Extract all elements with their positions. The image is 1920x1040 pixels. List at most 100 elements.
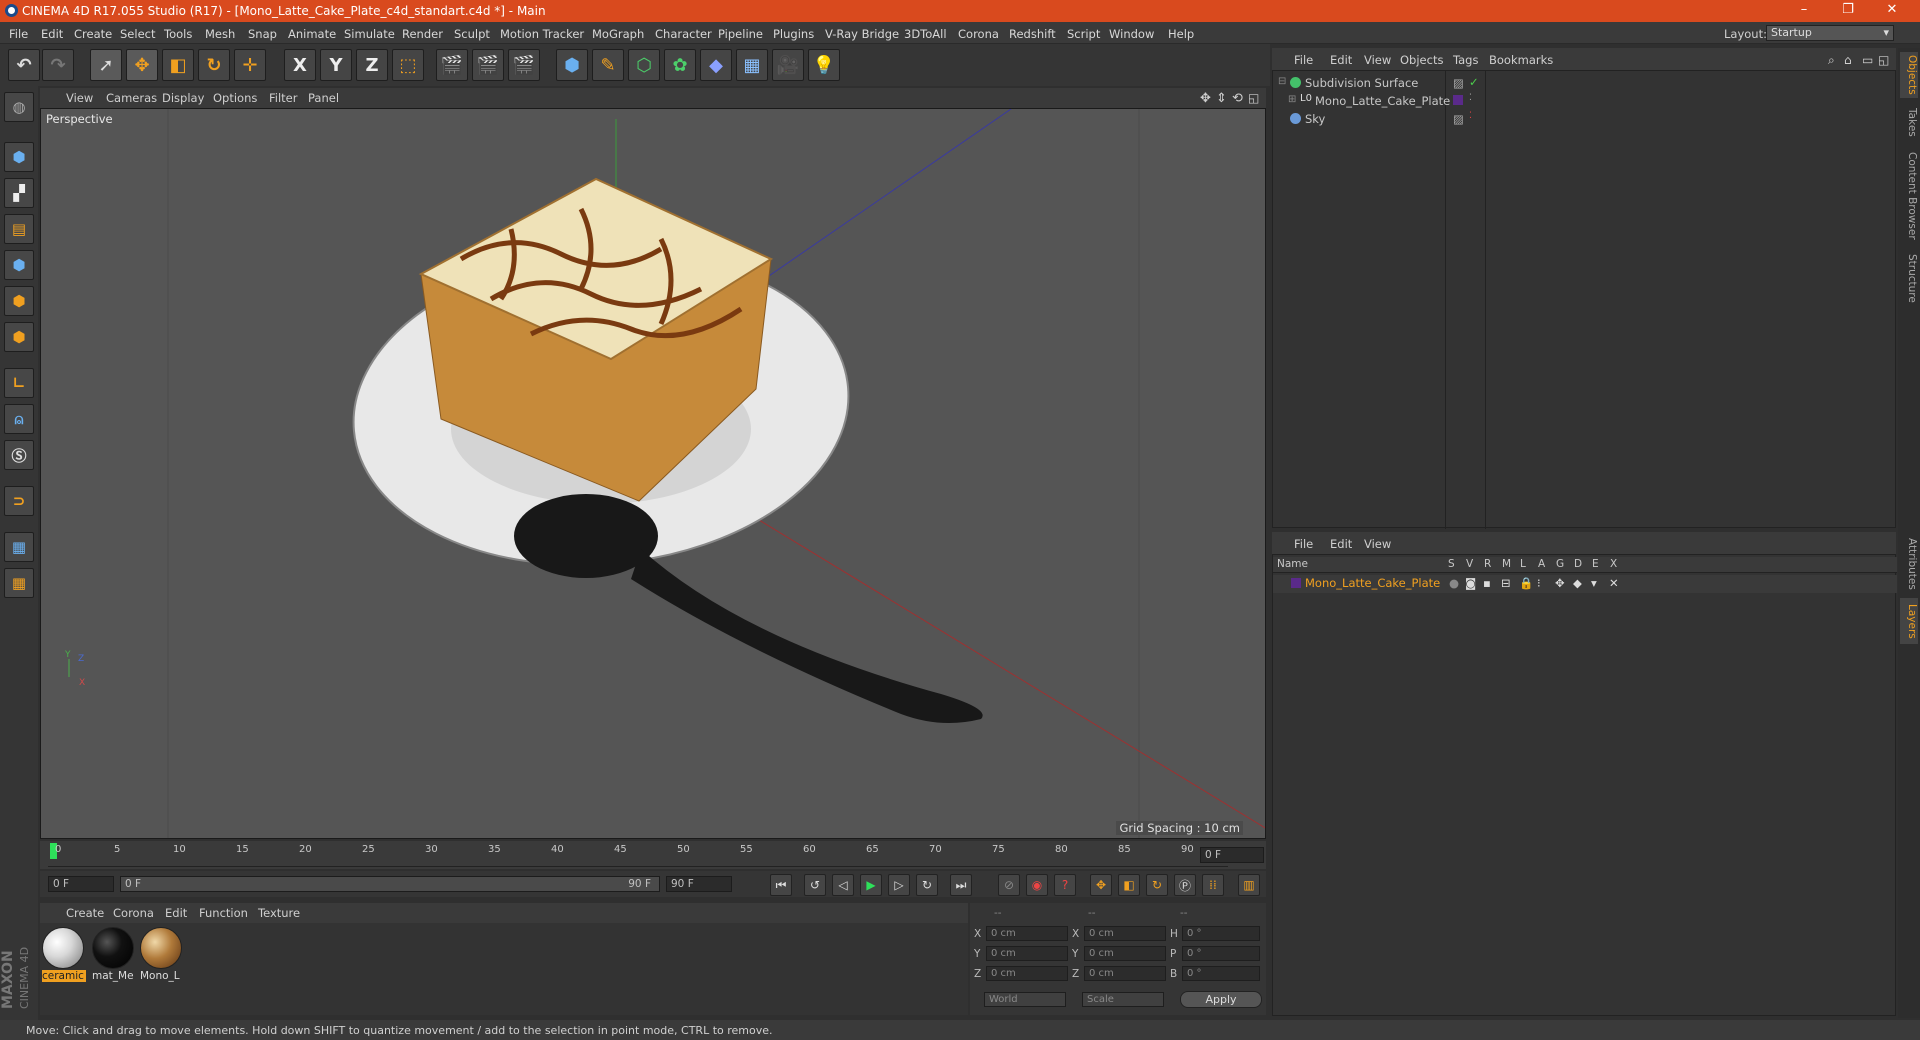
xref-icon[interactable]: ✕ [1609, 576, 1619, 590]
add-camera-button[interactable]: 🎥 [772, 49, 804, 81]
timeline-window-button[interactable]: ▥ [1238, 874, 1260, 896]
layer-color-icon[interactable] [1453, 95, 1463, 105]
add-mograph-button[interactable]: ✿ [664, 49, 696, 81]
render-settings-button[interactable]: 🎬 [508, 49, 540, 81]
end-frame-field[interactable]: 90 F [666, 876, 732, 892]
material-menu-texture[interactable]: Texture [258, 906, 300, 920]
add-cube-button[interactable]: ⬢ [556, 49, 588, 81]
keyframe-selection-button[interactable]: ? [1054, 874, 1076, 896]
layer-row[interactable]: Mono_Latte_Cake_Plate ● ◙ ▪ ⊟ 🔒 ⁝ ✥ ◆ ▾ … [1273, 575, 1897, 593]
animation-icon[interactable]: ⁝ [1537, 576, 1541, 590]
world-select[interactable]: World [984, 992, 1066, 1007]
editor-visibility-icon[interactable]: ▨ [1453, 112, 1464, 126]
column-animation[interactable]: A [1538, 558, 1545, 570]
timeline-ruler[interactable]: 0 5 10 15 20 25 30 35 40 45 50 55 60 65 … [40, 841, 1266, 869]
add-subdivision-button[interactable]: ⬡ [628, 49, 660, 81]
lock-icon[interactable]: 🔒 [1519, 576, 1533, 590]
material-swatch[interactable]: mat_Me [92, 927, 136, 983]
menu-redshift[interactable]: Redshift [1009, 27, 1056, 41]
menu-animate[interactable]: Animate [288, 27, 336, 41]
viewport-menu-display[interactable]: Display [162, 91, 204, 105]
position-z-field[interactable]: 0 cm [986, 966, 1068, 981]
column-manager[interactable]: M [1502, 558, 1511, 570]
rotate-tool-button[interactable]: ↻ [198, 49, 230, 81]
texture-mode-button[interactable]: ▞ [4, 178, 34, 208]
object-menu-objects[interactable]: Objects [1400, 53, 1443, 67]
position-y-field[interactable]: 0 cm [986, 946, 1068, 961]
material-menu-edit[interactable]: Edit [165, 906, 187, 920]
position-x-field[interactable]: 0 cm [986, 926, 1068, 941]
tab-attributes[interactable]: Attributes [1900, 534, 1918, 594]
menu-tools[interactable]: Tools [164, 27, 192, 41]
record-keys-button[interactable]: ⊘ [998, 874, 1020, 896]
workplane-align-button[interactable]: ▦ [4, 568, 34, 598]
column-render[interactable]: R [1484, 558, 1491, 570]
go-to-start-button[interactable]: ⏮ [770, 874, 792, 896]
play-button[interactable]: ▶ [860, 874, 882, 896]
panel-icon[interactable]: ▭ [1862, 53, 1873, 67]
eye-icon[interactable]: ◙ [1465, 576, 1476, 590]
x-axis-lock-button[interactable]: X [284, 49, 316, 81]
edges-mode-button[interactable]: ⬢ [4, 286, 34, 316]
material-menu-corona[interactable]: Corona [113, 906, 154, 920]
magnet-button[interactable]: ⊃ [4, 486, 34, 516]
viewport-menu-filter[interactable]: Filter [269, 91, 297, 105]
viewport-menu-cameras[interactable]: Cameras [106, 91, 157, 105]
auto-keying-button[interactable]: ◉ [1026, 874, 1048, 896]
expand-toggle-icon[interactable]: ⊟ [1278, 76, 1286, 87]
minimize-button[interactable]: – [1784, 2, 1824, 20]
menu-simulate[interactable]: Simulate [344, 27, 395, 41]
maximize-panel-icon[interactable]: ◱ [1878, 53, 1889, 67]
column-generators[interactable]: G [1556, 558, 1564, 570]
tab-objects[interactable]: Objects [1900, 52, 1918, 98]
transform-tool-button[interactable]: ✛ [234, 49, 266, 81]
lock-workplane-button[interactable]: ▦ [4, 532, 34, 562]
layer-menu-view[interactable]: View [1364, 537, 1391, 551]
menu-plugins[interactable]: Plugins [773, 27, 814, 41]
tweak-mode-button[interactable]: ⍝ [4, 404, 34, 434]
object-row[interactable]: ⊟ Subdivision Surface ▨ ✓ [1273, 75, 1897, 93]
object-menu-file[interactable]: File [1294, 53, 1313, 67]
visibility-dots-icon[interactable]: ⁚ [1469, 111, 1472, 121]
rotation-b-field[interactable]: 0 ° [1182, 966, 1260, 981]
viewport-menu-panel[interactable]: Panel [308, 91, 339, 105]
menu-character[interactable]: Character [655, 27, 712, 41]
deformer-icon[interactable]: ◆ [1573, 576, 1582, 590]
rotate-view-icon[interactable]: ⟲ [1232, 91, 1243, 106]
y-axis-lock-button[interactable]: Y [320, 49, 352, 81]
current-frame-field[interactable]: 0 F [1200, 847, 1264, 863]
home-icon[interactable]: ⌂ [1844, 53, 1852, 67]
material-swatch[interactable]: ceramic [42, 927, 86, 983]
editor-visibility-icon[interactable]: ▨ [1453, 76, 1464, 90]
add-light-button[interactable]: 💡 [808, 49, 840, 81]
menu-render[interactable]: Render [402, 27, 443, 41]
layer-menu-file[interactable]: File [1294, 537, 1313, 551]
size-z-field[interactable]: 0 cm [1084, 966, 1166, 981]
menu-mograph[interactable]: MoGraph [592, 27, 644, 41]
material-menu-function[interactable]: Function [199, 906, 248, 920]
generator-icon[interactable]: ✥ [1555, 576, 1565, 590]
live-selection-button[interactable]: ➚ [90, 49, 122, 81]
tab-layers[interactable]: Layers [1900, 598, 1918, 644]
workplane-mode-button[interactable]: ▤ [4, 214, 34, 244]
make-editable-button[interactable]: ◍ [4, 92, 34, 122]
key-position-button[interactable]: ✥ [1090, 874, 1112, 896]
tab-structure[interactable]: Structure [1900, 248, 1918, 308]
key-parameter-button[interactable]: Ⓟ [1174, 874, 1196, 896]
menu-select[interactable]: Select [120, 27, 155, 41]
column-locked[interactable]: L [1520, 558, 1526, 570]
object-menu-view[interactable]: View [1364, 53, 1391, 67]
material-swatch[interactable]: Mono_L [140, 927, 184, 983]
move-tool-button[interactable]: ✥ [126, 49, 158, 81]
frame-range-slider[interactable]: 0 F 90 F [120, 876, 660, 892]
search-icon[interactable]: ⌕ [1828, 53, 1835, 68]
solo-icon[interactable]: ● [1449, 576, 1459, 590]
layer-menu-edit[interactable]: Edit [1330, 537, 1352, 551]
previous-key-button[interactable]: ↺ [804, 874, 826, 896]
menu-motion-tracker[interactable]: Motion Tracker [500, 27, 584, 41]
menu-pipeline[interactable]: Pipeline [718, 27, 763, 41]
column-deformers[interactable]: D [1574, 558, 1582, 570]
move-view-icon[interactable]: ✥ [1200, 91, 1211, 106]
restore-button[interactable]: ❐ [1828, 2, 1868, 20]
column-xref[interactable]: X [1610, 558, 1617, 570]
